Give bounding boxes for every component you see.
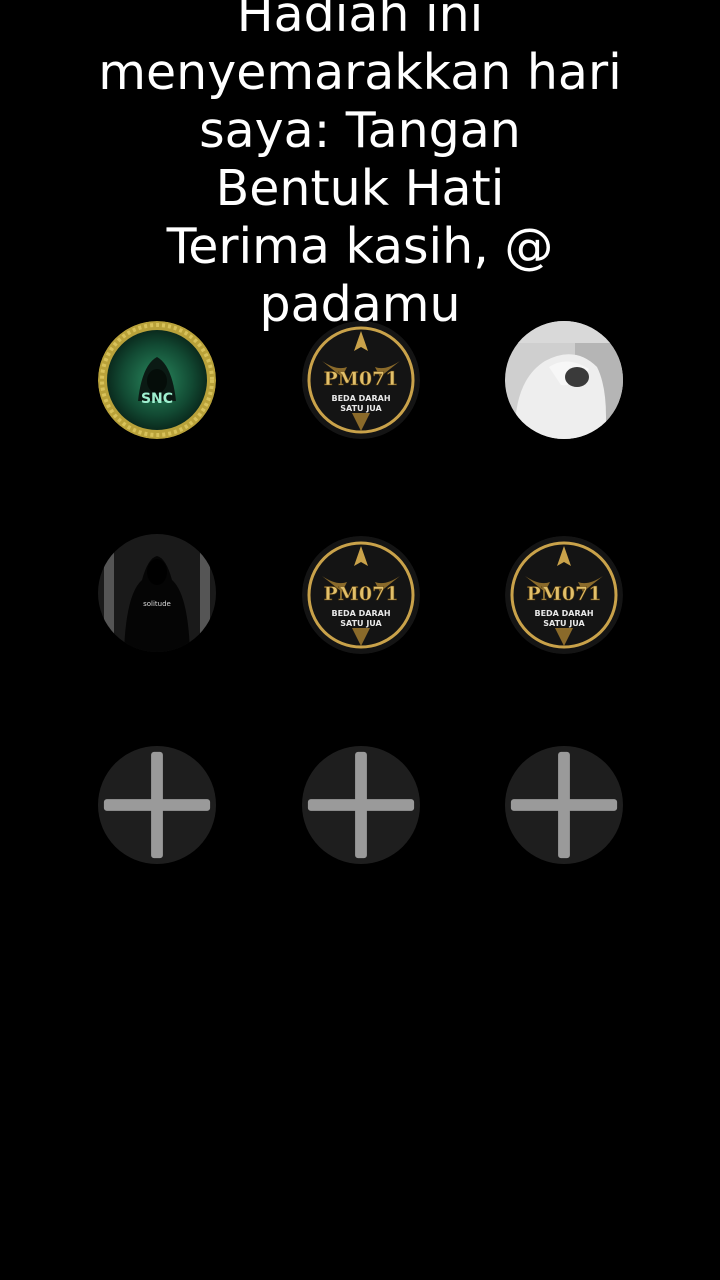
add-slot-button[interactable] xyxy=(505,746,623,864)
veiled-person-photo-icon xyxy=(505,321,623,439)
avatar-pm071[interactable]: PM071 BEDA DARAH SATU JUA xyxy=(302,321,420,439)
avatar-hooded[interactable]: solitude xyxy=(98,534,216,652)
plus-icon xyxy=(307,751,415,859)
pm071-subtitle-1: BEDA DARAH xyxy=(331,609,390,618)
pm071-badge-text: PM071 xyxy=(324,368,399,390)
pm071-logo-icon: PM071 BEDA DARAH SATU JUA xyxy=(302,321,420,439)
avatar-pm071[interactable]: PM071 BEDA DARAH SATU JUA xyxy=(505,536,623,654)
pm071-subtitle-1: BEDA DARAH xyxy=(534,609,593,618)
add-slot-button[interactable] xyxy=(302,746,420,864)
pm071-logo-icon: PM071 BEDA DARAH SATU JUA xyxy=(505,536,623,654)
avatar-grid: SNC PM071 BEDA DARAH SATU JUA solitude P… xyxy=(0,0,720,1280)
pm071-subtitle-2: SATU JUA xyxy=(340,404,382,413)
snc-badge-text: SNC xyxy=(141,391,173,407)
avatar-pm071[interactable]: PM071 BEDA DARAH SATU JUA xyxy=(302,536,420,654)
pm071-logo-icon: PM071 BEDA DARAH SATU JUA xyxy=(302,536,420,654)
plus-icon xyxy=(510,751,618,859)
snc-logo-icon: SNC xyxy=(98,321,216,439)
hooded-badge-text: solitude xyxy=(143,600,171,608)
pm071-badge-text: PM071 xyxy=(527,583,602,605)
pm071-subtitle-2: SATU JUA xyxy=(543,619,585,628)
plus-icon xyxy=(103,751,211,859)
avatar-snc[interactable]: SNC xyxy=(98,321,216,439)
pm071-subtitle-2: SATU JUA xyxy=(340,619,382,628)
avatar-photo[interactable] xyxy=(505,321,623,439)
add-slot-button[interactable] xyxy=(98,746,216,864)
pm071-subtitle-1: BEDA DARAH xyxy=(331,394,390,403)
hooded-figure-icon: solitude xyxy=(98,534,216,652)
pm071-badge-text: PM071 xyxy=(324,583,399,605)
